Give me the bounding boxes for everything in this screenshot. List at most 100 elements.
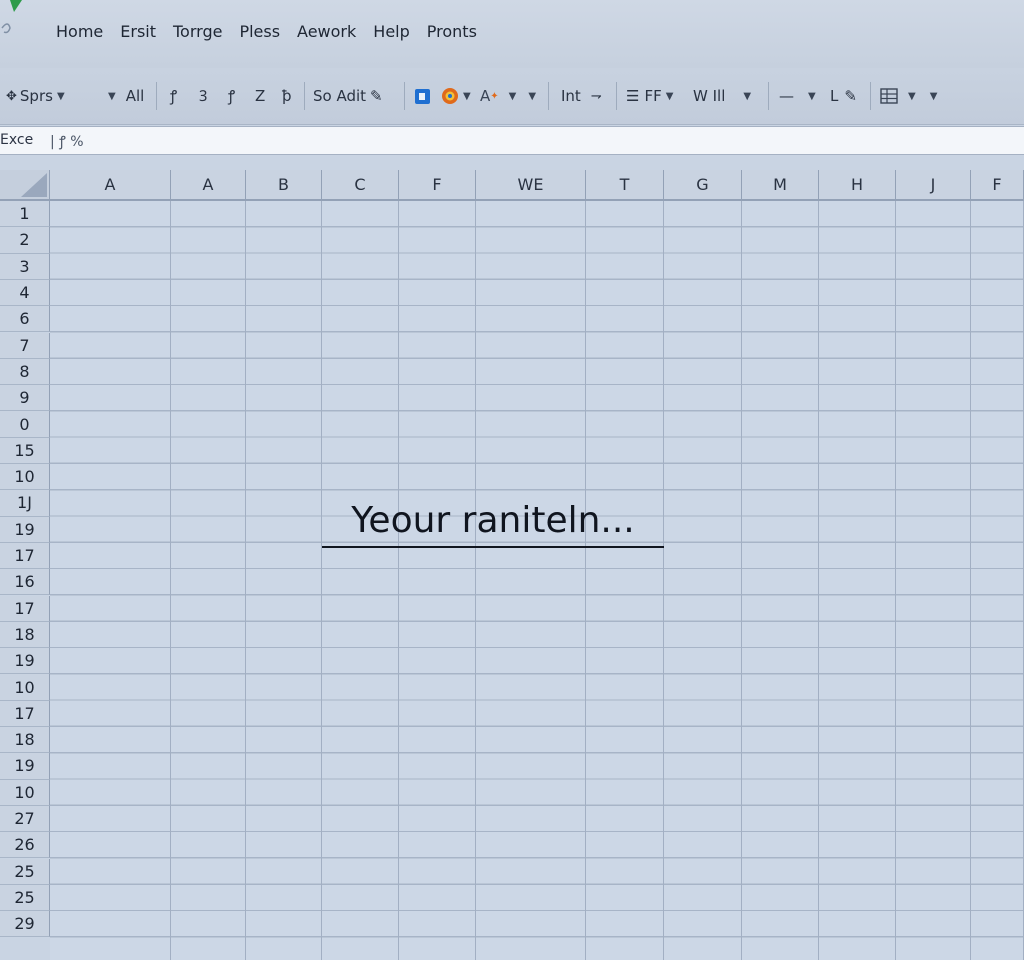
l-button[interactable]: L ✎ — [830, 86, 857, 106]
row-header[interactable]: 19 — [0, 753, 50, 780]
format-glyph-5: ꝥ — [282, 87, 292, 105]
menu-items: Home Ersit Torrge Pless Aework Help Pronts — [56, 22, 494, 41]
format-glyph-2-button[interactable]: Ꝫ — [199, 86, 207, 106]
format-glyph-3-button[interactable]: ꝭ — [228, 86, 235, 106]
column-header[interactable]: H — [819, 170, 896, 201]
row-header[interactable]: 17 — [0, 700, 50, 727]
menu-item-torrge[interactable]: Torrge — [173, 22, 222, 41]
format-glyph-1-button[interactable]: ꝭ — [170, 86, 177, 106]
row-header[interactable]: 1J — [0, 490, 50, 517]
ff-dropdown[interactable]: ☰ FF ▼ — [626, 86, 673, 106]
color-wheel-icon — [442, 88, 458, 104]
font-dropdown[interactable]: ✥ Sprs ▼ — [6, 86, 65, 106]
row-header[interactable]: 26 — [0, 832, 50, 859]
row-header[interactable]: 4 — [0, 279, 50, 307]
all-dropdown[interactable]: ▼ All — [104, 86, 144, 106]
row-header[interactable]: 29 — [0, 911, 50, 938]
row-header[interactable]: 17 — [0, 595, 50, 622]
column-gridline — [895, 201, 896, 960]
wll-dropdown[interactable]: W Ill ▼ — [693, 86, 751, 106]
column-header[interactable]: T — [586, 170, 664, 201]
row-header[interactable]: 19 — [0, 648, 50, 675]
column-gridline — [741, 201, 742, 960]
table-format-dropdown[interactable]: ▼ ▼ — [880, 86, 937, 106]
formula-input[interactable]: | ꝭ % — [50, 132, 84, 151]
chevron-down-icon: ▼ — [56, 90, 65, 102]
toolbar-divider — [616, 82, 617, 110]
toolbar-divider — [548, 82, 549, 110]
row-header[interactable]: 16 — [0, 569, 50, 596]
chevron-down-icon: ▼ — [929, 90, 938, 102]
row-header[interactable]: 6 — [0, 306, 50, 333]
font-label: Sprs — [19, 87, 53, 105]
row-header[interactable]: 18 — [0, 727, 50, 754]
pen-icon: ✎ — [844, 87, 857, 105]
toolbar: ✥ Sprs ▼ ▼ All ꝭ Ꝫ ꝭ Z ꝥ So Adit ✎ ▼ A ✦… — [0, 68, 1024, 125]
column-header[interactable]: B — [246, 170, 322, 201]
menu-item-aework[interactable]: Aework — [297, 22, 356, 41]
menu-item-ersit[interactable]: Ersit — [120, 22, 156, 41]
format-glyph-1: ꝭ — [170, 87, 178, 105]
row-header[interactable]: 10 — [0, 779, 50, 806]
so-adit-label: So Adit — [313, 87, 367, 105]
so-adit-button[interactable]: So Adit ✎ — [313, 86, 383, 106]
line-icon: — — [779, 87, 794, 105]
column-header[interactable]: A — [50, 170, 171, 201]
align-icon: ☰ — [626, 87, 640, 105]
row-header[interactable]: 2 — [0, 227, 50, 254]
column-header[interactable]: M — [742, 170, 819, 201]
cell-area[interactable] — [50, 201, 1024, 960]
column-gridline — [245, 201, 246, 960]
row-header[interactable]: 18 — [0, 621, 50, 649]
row-header[interactable]: 7 — [0, 332, 50, 359]
select-all-corner[interactable] — [0, 170, 50, 201]
format-glyph-4-button[interactable]: Z — [255, 86, 265, 106]
row-header[interactable]: 19 — [0, 516, 50, 543]
column-header[interactable]: F — [971, 170, 1024, 201]
row-header[interactable]: 25 — [0, 858, 50, 885]
row-header[interactable]: 10 — [0, 464, 50, 491]
column-header[interactable]: C — [322, 170, 399, 201]
menu-item-home[interactable]: Home — [56, 22, 103, 41]
chevron-down-icon: ▼ — [665, 90, 674, 102]
menu-item-help[interactable]: Help — [373, 22, 409, 41]
row-header[interactable]: 0 — [0, 411, 50, 438]
row-header[interactable]: 15 — [0, 437, 50, 464]
row-header[interactable]: 1 — [0, 201, 50, 228]
column-gridline — [970, 201, 971, 960]
color-picker-button[interactable]: ▼ — [441, 86, 471, 106]
line-style-dropdown[interactable]: — ▼ — [779, 86, 816, 106]
chevron-down-icon: ▼ — [463, 90, 471, 102]
menu-item-pless[interactable]: Pless — [239, 22, 280, 41]
l-label: L — [830, 87, 839, 105]
formula-bar: Exce | ꝭ % — [0, 126, 1024, 155]
row-header[interactable]: 10 — [0, 674, 50, 701]
column-header[interactable]: WE — [476, 170, 586, 201]
column-header[interactable]: A — [171, 170, 246, 201]
column-gridline — [398, 201, 399, 960]
column-header[interactable]: F — [399, 170, 476, 201]
text-color-button[interactable]: A ✦ ▼ ▼ — [480, 86, 536, 106]
column-gridline — [585, 201, 586, 960]
menu-item-pronts[interactable]: Pronts — [427, 22, 477, 41]
row-header[interactable]: 17 — [0, 542, 50, 570]
column-header[interactable]: J — [896, 170, 971, 201]
column-gridline — [321, 201, 322, 960]
chevron-down-icon: ▼ — [528, 90, 537, 102]
text-color-icon: A — [480, 87, 491, 105]
blue-square-button[interactable] — [414, 86, 431, 106]
int-dropdown[interactable]: Int ⇁ — [561, 86, 602, 106]
name-box[interactable]: Exce — [0, 132, 33, 148]
column-header[interactable]: G — [664, 170, 742, 201]
row-header[interactable]: 25 — [0, 884, 50, 912]
row-header[interactable]: 9 — [0, 385, 50, 412]
chevron-down-icon: ▼ — [908, 90, 916, 102]
format-glyph-5-button[interactable]: ꝥ — [282, 86, 292, 106]
toolbar-divider — [156, 82, 157, 110]
row-header[interactable]: 8 — [0, 358, 50, 386]
row-header[interactable]: 27 — [0, 805, 50, 833]
row-header[interactable]: 3 — [0, 253, 50, 280]
format-glyph-2: Ꝫ — [199, 87, 208, 105]
chevron-down-icon: ▼ — [743, 90, 752, 102]
column-gridline — [663, 201, 664, 960]
